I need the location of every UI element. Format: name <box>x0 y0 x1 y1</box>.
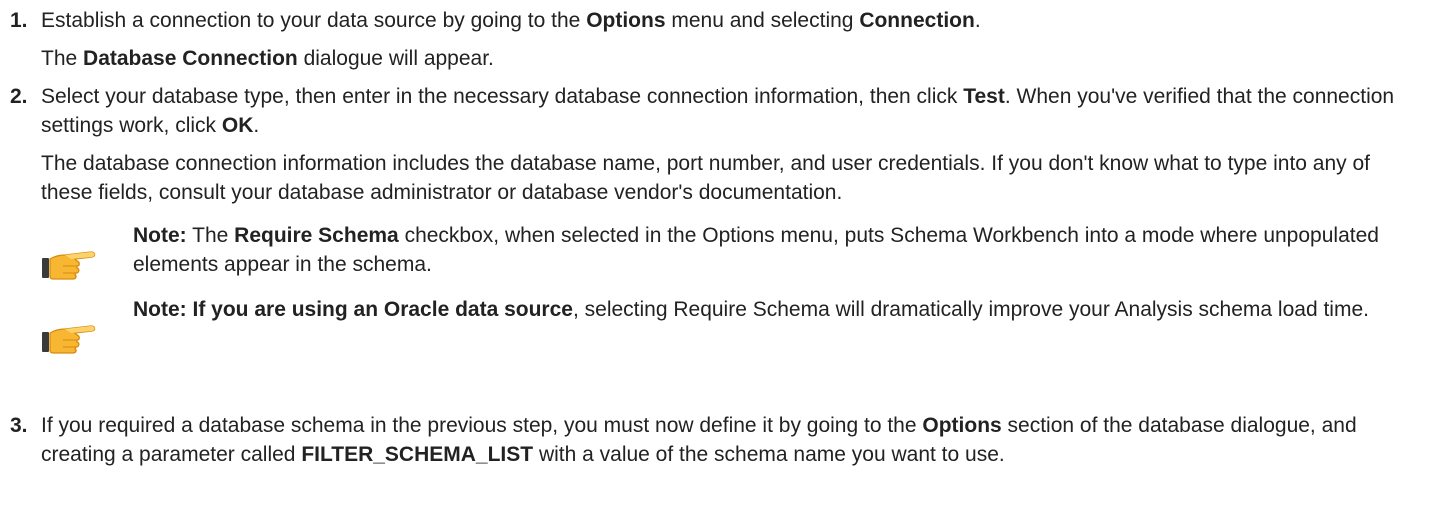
step-number: 3. <box>10 414 28 437</box>
button-name: Test <box>963 85 1005 108</box>
step-info-paragraph: The database connection information incl… <box>41 152 1370 204</box>
document-page: 1. Establish a connection to your data s… <box>0 0 1430 510</box>
step-number: 1. <box>10 9 28 32</box>
dialog-name: Database Connection <box>83 47 298 70</box>
step-body: If you required a database schema in the… <box>41 411 1420 469</box>
step-paragraph: Establish a connection to your data sour… <box>41 9 981 32</box>
step-paragraph: Select your database type, then enter in… <box>41 85 1395 137</box>
step-1: 1. Establish a connection to your data s… <box>0 6 1420 73</box>
step-number: 2. <box>10 85 28 108</box>
option-name: Require Schema <box>234 224 399 247</box>
menu-name: Options <box>586 9 666 32</box>
note-emphasis: If you are using an Oracle data source <box>186 298 573 321</box>
step-body: Select your database type, then enter in… <box>41 82 1420 354</box>
menu-item-name: Connection <box>859 9 975 32</box>
note-label: Note: <box>133 298 187 321</box>
step-3: 3. If you required a database schema in … <box>0 411 1420 469</box>
section-name: Options <box>922 414 1002 437</box>
note-text: Note: The Require Schema checkbox, when … <box>133 224 1379 276</box>
pointing-hand-icon <box>41 246 105 282</box>
step-paragraph: If you required a database schema in the… <box>41 414 1357 466</box>
step-2: 2. Select your database type, then enter… <box>0 82 1420 354</box>
button-name: OK <box>221 114 254 137</box>
step-body: Establish a connection to your data sour… <box>41 6 1420 73</box>
pointing-hand-icon <box>41 320 105 356</box>
note-text: Note: If you are using an Oracle data so… <box>133 298 1369 321</box>
step-result-paragraph: The Database Connection dialogue will ap… <box>41 47 494 70</box>
note-box: Note: If you are using an Oracle data so… <box>41 295 1420 354</box>
note-box: Note: The Require Schema checkbox, when … <box>41 221 1420 282</box>
note-label: Note: <box>133 224 187 247</box>
parameter-name: FILTER_SCHEMA_LIST <box>301 443 534 466</box>
